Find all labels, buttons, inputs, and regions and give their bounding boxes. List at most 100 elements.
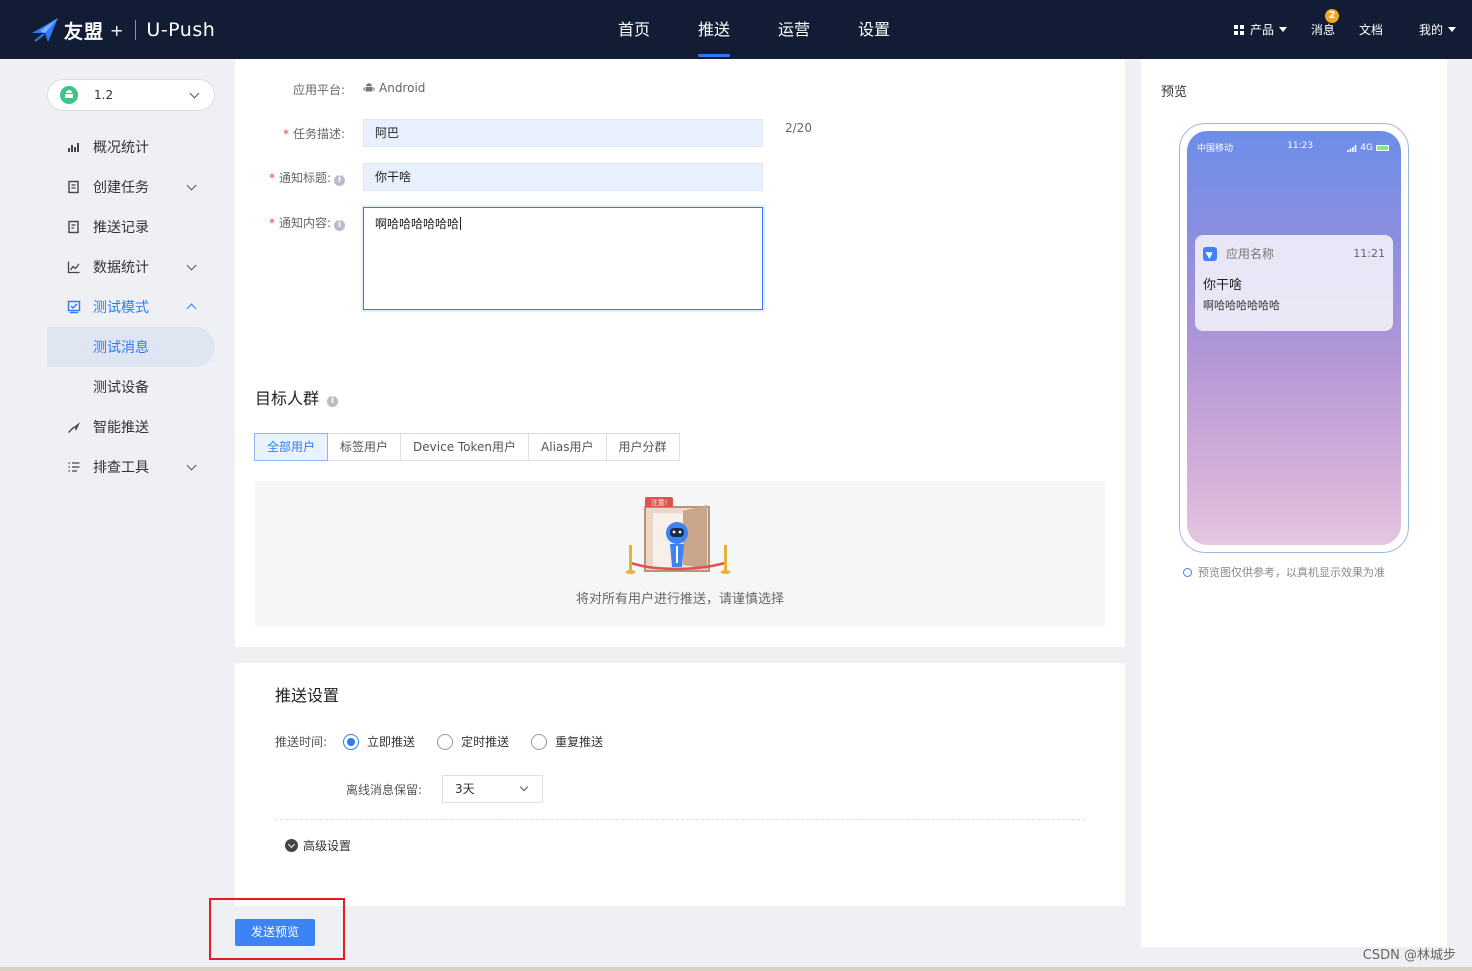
info-icon[interactable]: i xyxy=(334,220,345,231)
highlight-annotation-box xyxy=(209,898,345,960)
products-label: 产品 xyxy=(1249,23,1274,37)
sidebar-item-test-mode[interactable]: 测试模式 xyxy=(47,287,215,327)
sidebar-item-label: 智能推送 xyxy=(93,420,149,436)
radio-label: 定时推送 xyxy=(461,735,510,749)
advanced-settings-toggle[interactable]: 高级设置 xyxy=(285,837,351,854)
sidebar-menu: 概况统计 创建任务 推送记录 数据统计 测试模式 测试消息 测试设备 智能推送 … xyxy=(47,127,215,487)
radio-dot xyxy=(531,733,548,750)
notification-time: 11:21 xyxy=(1353,247,1385,260)
smart-push-icon xyxy=(67,420,81,434)
chevron-up-icon xyxy=(186,303,197,314)
main-nav: 首页 推送 运营 设置 xyxy=(594,0,914,59)
sidebar-item-test-message[interactable]: 测试消息 xyxy=(47,327,215,367)
notif-title-label: * 通知标题: i xyxy=(235,169,345,186)
caret-down-icon xyxy=(1278,27,1287,32)
task-desc-counter: 2/20 xyxy=(785,121,812,135)
chevron-down-icon xyxy=(186,460,197,471)
sidebar-item-push-records[interactable]: 推送记录 xyxy=(47,207,215,247)
app-version-select[interactable]: 1.2 xyxy=(47,79,215,111)
sidebar-item-label: 测试模式 xyxy=(93,300,149,316)
watermark: CSDN @林城步 xyxy=(1362,948,1456,963)
tab-device-token-users[interactable]: Device Token用户 xyxy=(400,433,530,461)
target-tabs: 全部用户 标签用户 Device Token用户 Alias用户 用户分群 xyxy=(254,433,680,461)
chevron-down-icon xyxy=(186,180,197,191)
tab-all-users[interactable]: 全部用户 xyxy=(254,433,329,461)
sidebar-item-label: 创建任务 xyxy=(93,180,149,196)
info-icon[interactable]: i xyxy=(327,396,339,407)
push-settings-card: 推送设置 推送时间: 立即推送 定时推送 重复推送 离线消息保留: 3天 高级设… xyxy=(235,663,1125,906)
task-icon xyxy=(67,180,81,194)
right-nav: 产品 2 消息 文档 我的 xyxy=(1210,0,1456,59)
platform-label: 应用平台: xyxy=(292,83,345,97)
nav-home[interactable]: 首页 xyxy=(594,0,674,59)
preview-title: 预览 xyxy=(1161,85,1188,100)
offline-retention-label: 离线消息保留: xyxy=(346,783,423,797)
line-chart-icon xyxy=(67,260,81,274)
preview-panel: 预览 中国移动 11:23 4G 应用名称 11:21 你干啥 啊哈哈哈哈哈哈 xyxy=(1141,59,1447,947)
tab-tag-users[interactable]: 标签用户 xyxy=(327,433,402,461)
list-tool-icon xyxy=(67,460,81,474)
sidebar-item-overview[interactable]: 概况统计 xyxy=(47,127,215,167)
carrier-text: 中国移动 xyxy=(1197,144,1234,154)
signal-icon xyxy=(1347,144,1357,152)
notif-content-text: 啊哈哈哈哈哈哈 xyxy=(375,217,460,231)
notif-title-input[interactable]: 你干啥 xyxy=(363,163,763,191)
radio-immediate[interactable]: 立即推送 xyxy=(343,733,415,750)
messages-link[interactable]: 2 消息 xyxy=(1311,9,1339,38)
push-time-label: 推送时间: xyxy=(275,735,328,749)
mine-label: 我的 xyxy=(1418,23,1443,37)
warning-sign-text: 注意! xyxy=(650,499,668,507)
sidebar-item-data-stats[interactable]: 数据统计 xyxy=(47,247,215,287)
umeng-bird-logo-icon xyxy=(32,18,58,42)
offline-retention-select[interactable]: 3天 xyxy=(442,775,543,803)
android-icon xyxy=(60,86,78,104)
status-time: 11:23 xyxy=(1287,141,1314,151)
chart-icon xyxy=(67,140,81,154)
nav-operation[interactable]: 运营 xyxy=(754,0,834,59)
sidebar-item-smart-push[interactable]: 智能推送 xyxy=(47,407,215,447)
all-users-notice: 注意! 将对所有用户进行推送，请谨慎选择 xyxy=(255,481,1105,627)
sidebar-item-create-task[interactable]: 创建任务 xyxy=(47,167,215,207)
preview-tip: 预览图仅供参考，以真机显示效果为准 xyxy=(1183,564,1385,580)
network-text: 4G xyxy=(1360,142,1373,153)
notif-content-textarea[interactable]: 啊哈哈哈哈哈哈 xyxy=(363,207,763,310)
tab-user-segments[interactable]: 用户分群 xyxy=(605,433,680,461)
radio-repeat[interactable]: 重复推送 xyxy=(531,733,603,750)
brand-name: 友盟 xyxy=(64,20,105,43)
radio-scheduled[interactable]: 定时推送 xyxy=(437,733,509,750)
logo[interactable]: 友盟 + U-Push xyxy=(30,14,215,46)
nav-push[interactable]: 推送 xyxy=(674,0,754,59)
platform-value: Android xyxy=(363,81,425,95)
sidebar-item-label: 测试设备 xyxy=(93,380,149,396)
phone-status-bar: 中国移动 11:23 4G xyxy=(1197,141,1389,154)
test-icon xyxy=(67,300,81,314)
sidebar-item-troubleshoot[interactable]: 排查工具 xyxy=(47,447,215,487)
chevron-circle-down-icon xyxy=(285,839,298,852)
docs-label: 文档 xyxy=(1358,23,1383,37)
notification-header: 应用名称 11:21 xyxy=(1203,245,1385,262)
brand-plus: + xyxy=(110,20,124,40)
divider xyxy=(275,819,1085,820)
required-mark: * xyxy=(268,216,275,230)
products-menu[interactable]: 产品 xyxy=(1233,21,1287,38)
logo-divider xyxy=(135,20,137,40)
notification-title: 你干啥 xyxy=(1203,278,1243,293)
sidebar-item-test-device[interactable]: 测试设备 xyxy=(47,367,215,407)
target-audience-title: 目标人群 i xyxy=(255,385,339,409)
user-menu[interactable]: 我的 xyxy=(1419,21,1456,38)
top-nav-bar: 友盟 + U-Push 首页 推送 运营 设置 产品 2 消息 文档 我的 xyxy=(0,0,1472,59)
message-count-badge: 2 xyxy=(1324,9,1339,23)
android-icon xyxy=(363,83,375,92)
phone-screen: 中国移动 11:23 4G 应用名称 11:21 你干啥 啊哈哈哈哈哈哈 xyxy=(1187,131,1401,545)
tab-alias-users[interactable]: Alias用户 xyxy=(528,433,607,461)
lightbulb-icon xyxy=(1183,567,1192,577)
notification-preview: 应用名称 11:21 你干啥 啊哈哈哈哈哈哈 xyxy=(1195,235,1393,331)
push-settings-title: 推送设置 xyxy=(275,686,340,705)
nav-settings[interactable]: 设置 xyxy=(834,0,914,59)
info-icon[interactable]: i xyxy=(334,175,345,186)
notification-body: 啊哈哈哈哈哈哈 xyxy=(1203,299,1280,312)
sidebar-item-label: 推送记录 xyxy=(93,220,149,236)
task-desc-input[interactable]: 阿巴 xyxy=(363,119,763,147)
radio-label: 立即推送 xyxy=(367,735,416,749)
docs-link[interactable]: 文档 xyxy=(1359,21,1383,38)
